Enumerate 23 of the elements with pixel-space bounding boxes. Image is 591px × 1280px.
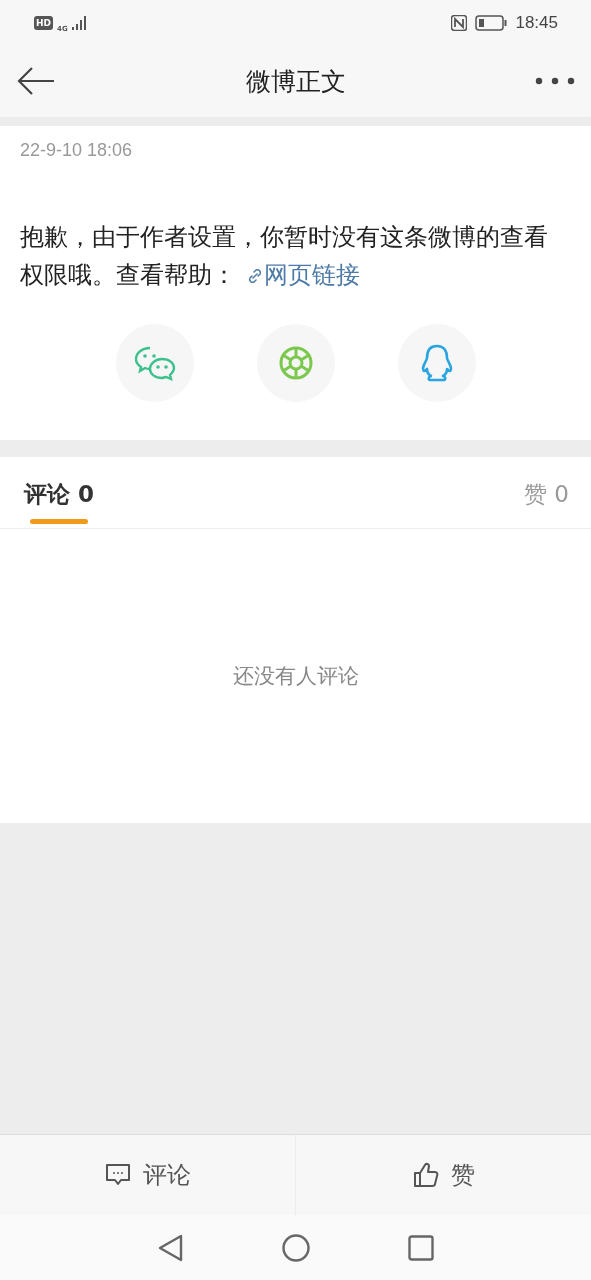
home-nav-icon[interactable] <box>281 1233 310 1262</box>
recents-nav-icon[interactable] <box>407 1234 434 1261</box>
thumbs-up-icon <box>412 1162 439 1188</box>
like-button[interactable]: 赞 <box>296 1135 591 1215</box>
battery-icon <box>475 14 508 31</box>
post-date: 22-9-10 18:06 <box>20 140 133 161</box>
signal-icon <box>71 15 86 30</box>
chat-bubbles-icon <box>133 345 176 381</box>
penguin-icon <box>419 344 454 382</box>
back-nav-icon[interactable] <box>157 1233 184 1262</box>
more-button[interactable] <box>535 77 575 85</box>
permission-message: 抱歉，由于作者设置，你暂时没有这条微博的查看权限哦。查看帮助： 网页链接 <box>20 222 549 291</box>
hd-badge: HD <box>34 15 53 30</box>
nfc-icon <box>451 14 468 31</box>
comment-icon <box>104 1163 131 1187</box>
aperture-icon <box>277 345 314 381</box>
tab[interactable]: 评论 0 <box>24 457 94 528</box>
clock: 18:45 <box>515 12 558 33</box>
page-title: 微博正文 <box>245 65 346 98</box>
back-button[interactable] <box>16 65 56 97</box>
link-icon <box>246 267 264 285</box>
empty-comments-text: 还没有人评论 <box>232 663 359 690</box>
web-link[interactable]: 网页链接 <box>246 261 360 289</box>
